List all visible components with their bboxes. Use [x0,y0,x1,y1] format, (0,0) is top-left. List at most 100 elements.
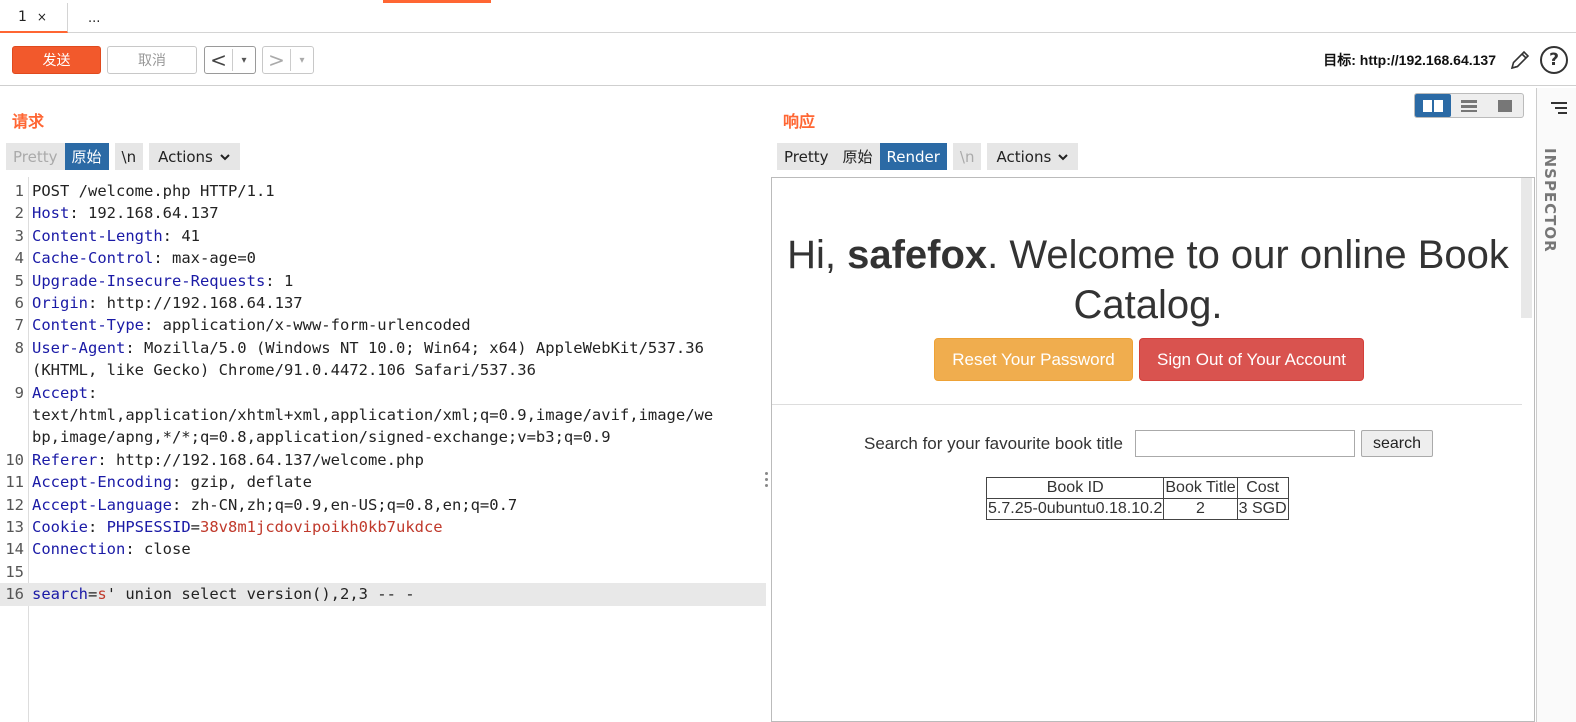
code-line: 15 [0,561,766,583]
code-text: Content-Length: 41 [32,225,200,247]
code-line: 12 Accept-Language: zh-CN,zh;q=0.9,en-US;… [0,494,766,516]
request-newline-toggle[interactable]: \n [114,143,144,170]
forward-nav-group: > ▾ [262,46,314,74]
search-button[interactable]: search [1361,430,1433,457]
inspector-sidebar[interactable]: INSPECTOR [1536,88,1576,722]
cookie-value: 38v8m1jcdovipoikh0kb7ukdce [200,518,443,536]
header-key: Accept [32,383,88,402]
code-text: Accept-Language: zh-CN,zh;q=0.9,en-US;q=… [32,494,517,516]
layout-stacked-button[interactable] [1451,94,1487,117]
code-text: Referer: http://192.168.64.137/welcome.p… [32,449,424,471]
response-title: 响应 [783,112,816,131]
code-text: Host: 192.168.64.137 [32,202,219,224]
reset-password-button[interactable]: Reset Your Password [934,338,1133,381]
request-editor[interactable]: 1 POST /welcome.php HTTP/1.1 2 Host: 192.16… [0,177,766,722]
code-line: 4 Cache-Control: max-age=0 [0,247,766,269]
line-number: 6 [14,294,24,312]
request-title: 请求 [12,112,45,131]
header-key: search [32,585,88,604]
header-key: Cache-Control [32,249,154,268]
code-line: text/html,application/xhtml+xml,applicat… [0,404,766,426]
code-text: text/html,application/xhtml+xml,applicat… [32,404,713,426]
code-line: 14 Connection: close [0,538,766,560]
single-pane-icon [1498,99,1512,112]
back-dropdown-icon[interactable]: ▾ [233,55,255,66]
response-newline-toggle[interactable]: \n [952,143,982,170]
tab-new[interactable]: ... [80,3,110,33]
divider [772,404,1522,405]
code-text: Cookie: PHPSESSID=38v8m1jcdovipoikh0kb7u… [32,516,443,538]
search-label: Search for your favourite book title [864,434,1123,453]
header-key: Origin [32,294,88,312]
table-header: Book ID [985,477,1165,499]
header-key: Accept-Language [32,495,172,514]
header-key: Referer [32,450,98,469]
columns-icon [1423,99,1443,112]
book-search-input[interactable] [1135,430,1355,457]
header-value: (KHTML, like Gecko) Chrome/91.0.4472.106… [32,361,536,380]
cancel-button[interactable]: 取消 [107,46,197,74]
header-value: : [88,383,98,402]
header-value: : close [125,540,191,559]
forward-arrow-icon[interactable]: > [263,49,291,71]
response-view-buttons: Pretty 原始 Render \n Actions [777,143,1079,170]
request-pretty-tab[interactable]: Pretty [6,143,65,170]
request-actions-menu[interactable]: Actions [149,143,240,170]
help-icon[interactable]: ? [1540,46,1568,74]
tab-strip: 1 × ... [0,0,1576,33]
code-line: (KHTML, like Gecko) Chrome/91.0.4472.106… [0,359,766,381]
response-render-tab[interactable]: Render [879,143,947,170]
header-value: : 192.168.64.137 [69,204,219,223]
sign-out-button[interactable]: Sign Out of Your Account [1139,338,1364,381]
welcome-heading: Hi, safefox. Welcome to our online Book … [772,230,1524,330]
line-number: 7 [14,316,24,335]
forward-dropdown-icon[interactable]: ▾ [291,55,313,66]
header-value: : gzip, deflate [171,473,312,492]
line-number: 4 [14,249,24,268]
header-key: User-Agent [32,338,126,357]
code-text: (KHTML, like Gecko) Chrome/91.0.4472.106… [32,359,536,381]
code-text: Accept: [32,382,97,404]
back-nav-group: < ▾ [204,46,256,74]
code-line: 13 Cookie: PHPSESSID=38v8m1jcdovipoikh0kb… [0,516,766,538]
code-text: Accept-Encoding: gzip, deflate [32,471,312,493]
code-line: 10 Referer: http://192.168.64.137/welcome… [0,449,766,471]
response-actions-menu[interactable]: Actions [987,143,1079,170]
books-table: Book ID Book Title Cost 5.7.25-0ubuntu0.… [985,477,1289,520]
header-key: Connection [32,540,126,559]
tab-close-icon[interactable]: × [37,10,47,24]
response-render-view: Hi, safefox. Welcome to our online Book … [771,177,1535,722]
layout-single-button[interactable] [1487,94,1523,117]
toolbar: 发送 取消 < ▾ > ▾ 目标: http://192.168.64.137 … [0,34,1576,86]
header-value: : zh-CN,zh;q=0.9,en-US;q=0.8,en;q=0.7 [171,495,518,514]
tab-accent-line [383,0,491,3]
layout-toggle [1414,93,1524,118]
line-number: 1 [14,182,24,200]
rows-icon [1461,99,1477,112]
code-text: User-Agent: Mozilla/5.0 (Windows NT 10.0… [32,337,704,359]
line-number: 8 [14,338,24,357]
inspector-menu-icon[interactable] [1547,100,1569,118]
send-button[interactable]: 发送 [12,46,101,74]
table-row: 5.7.25-0ubuntu0.18.10.2 2 3 SGD [985,498,1289,520]
tab-1[interactable]: 1 × [0,3,68,33]
code-line: 3 Content-Length: 41 [0,225,766,247]
inspector-label: INSPECTOR [1541,148,1559,253]
code-line: 5 Upgrade-Insecure-Requests: 1 [0,270,766,292]
cookie-name: PHPSESSID [106,518,191,536]
panel-splitter-handle[interactable] [765,472,769,492]
code-line: 2 Host: 192.168.64.137 [0,202,766,224]
param-value: s [97,585,107,604]
response-pretty-tab[interactable]: Pretty [777,143,836,170]
code-line: 9 Accept: [0,382,766,404]
line-number: 5 [14,271,24,290]
header-value: POST /welcome.php HTTP/1.1 [32,182,275,200]
request-raw-tab[interactable]: 原始 [64,143,109,170]
pencil-icon[interactable] [1508,48,1532,72]
layout-side-by-side-button[interactable] [1415,94,1451,117]
back-arrow-icon[interactable]: < [205,49,233,71]
response-raw-tab[interactable]: 原始 [835,143,880,170]
header-value: : application/x-www-form-urlencoded [143,316,471,335]
code-line: 11 Accept-Encoding: gzip, deflate [0,471,766,493]
request-view-buttons: Pretty 原始 \n Actions [6,143,240,170]
